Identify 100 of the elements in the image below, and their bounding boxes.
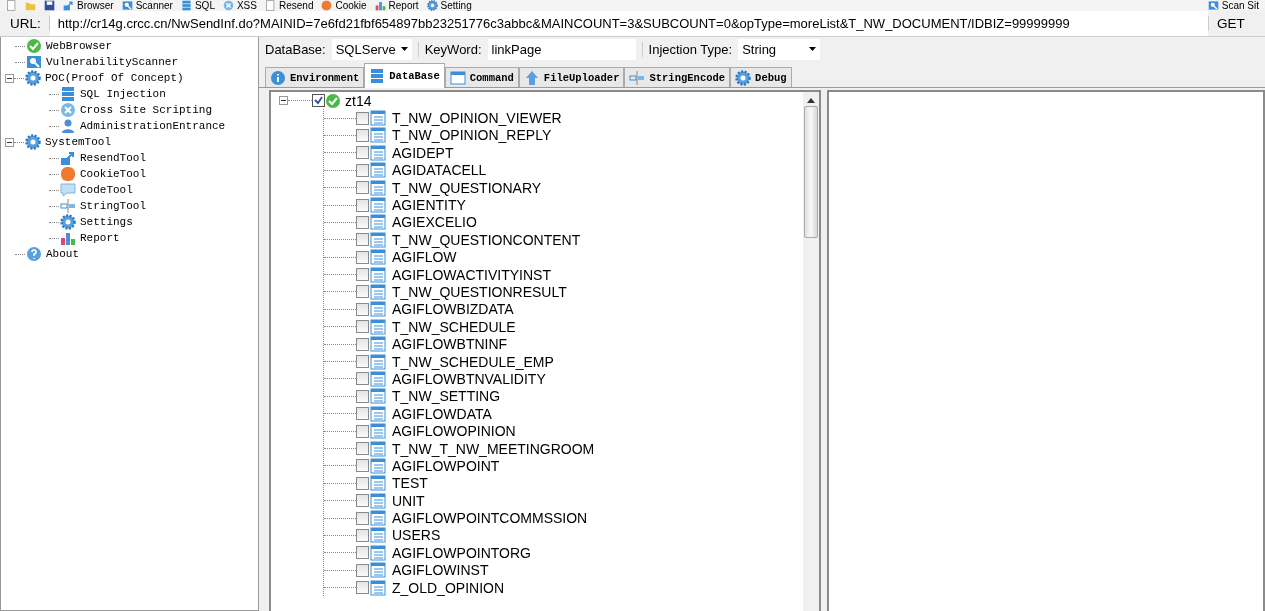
checkbox[interactable] — [356, 355, 369, 369]
table-node[interactable]: AGIFLOWOPINION — [392, 423, 516, 440]
scroll-thumb[interactable] — [804, 106, 818, 238]
table-node[interactable]: AGIEXCELIO — [392, 214, 477, 231]
checkbox[interactable] — [356, 320, 369, 334]
checkbox[interactable] — [356, 581, 369, 595]
table-node[interactable]: T_NW_QUESTIONARY — [392, 179, 542, 196]
scrollbar[interactable] — [803, 92, 819, 611]
checkbox[interactable] — [356, 494, 369, 508]
tab[interactable]: StringEncode — [624, 67, 731, 87]
table-node[interactable]: AGIFLOWPOINTORG — [392, 544, 531, 561]
database-dropdown[interactable]: SQLServe — [331, 38, 412, 60]
table-icon — [370, 492, 386, 509]
table-node[interactable]: TEST — [392, 475, 428, 492]
checkbox[interactable] — [312, 94, 325, 108]
checkbox[interactable] — [356, 476, 369, 490]
nav-item[interactable]: CookieTool — [80, 168, 146, 180]
table-node[interactable]: AGIDEPT — [392, 144, 454, 161]
collapse-toggle[interactable] — [5, 137, 14, 147]
toolbar-button[interactable]: XSS — [222, 0, 257, 11]
url-field[interactable]: http://cr14g.crcc.cn/NwSendInf.do?MAINID=7e6fd21fbf654897bb23251776c3abbc&MAINCOUNT=3&SUBCOUNT=0&opType=moreList&T_NW_DOCUMENT/IDBIZ=99999999 — [49, 11, 1208, 36]
nav-item[interactable]: Report — [80, 232, 120, 244]
table-node[interactable]: AGIFLOWBTNINF — [392, 336, 508, 353]
table-node[interactable]: AGIDATACELL — [392, 162, 487, 179]
table-node[interactable]: AGIFLOWBTNVALIDITY — [392, 370, 546, 387]
table-node[interactable]: T_NW_SCHEDULE — [392, 318, 516, 335]
toolbar-button[interactable]: SQL — [180, 0, 215, 11]
table-node[interactable]: USERS — [392, 527, 441, 544]
injection-type-dropdown[interactable]: String — [738, 38, 821, 60]
toolbar-button[interactable]: Setting — [426, 0, 472, 11]
checkbox[interactable] — [356, 302, 369, 316]
checkbox[interactable] — [356, 268, 369, 282]
checkbox[interactable] — [356, 215, 369, 229]
nav-item[interactable]: WebBrowser — [46, 40, 112, 52]
nav-item[interactable]: SQL Injection — [80, 88, 166, 100]
method-selector[interactable]: GET — [1208, 16, 1265, 31]
checkbox[interactable] — [356, 511, 369, 525]
tab[interactable]: Environment — [265, 67, 365, 87]
nav-item[interactable]: SystemTool — [45, 136, 111, 148]
checkbox[interactable] — [356, 407, 369, 421]
toolbar-button[interactable]: Report — [374, 0, 419, 11]
tab[interactable]: Command — [444, 67, 519, 87]
nav-item[interactable]: AdministrationEntrance — [80, 120, 226, 132]
checkbox[interactable] — [356, 198, 369, 212]
toolbar-button[interactable]: Cookie — [321, 0, 367, 11]
checkbox[interactable] — [356, 163, 369, 177]
checkbox[interactable] — [356, 285, 369, 299]
table-node[interactable]: T_NW_SCHEDULE_EMP — [392, 353, 554, 370]
checkbox[interactable] — [356, 372, 369, 386]
table-node[interactable]: T_NW_QUESTIONCONTENT — [392, 231, 581, 248]
table-node[interactable]: Z_OLD_OPINION — [392, 579, 505, 596]
nav-item[interactable]: About — [46, 248, 79, 260]
table-node[interactable]: AGIENTITY — [392, 197, 466, 214]
checkbox[interactable] — [356, 459, 369, 473]
checkbox[interactable] — [356, 128, 369, 142]
table-node[interactable]: T_NW_T_NW_MEETINGROOM — [392, 440, 595, 457]
nav-item[interactable]: VulnerabilityScanner — [46, 56, 179, 68]
page-icon[interactable] — [6, 0, 17, 11]
nav-item[interactable]: POC(Proof Of Concept) — [45, 72, 184, 84]
table-node[interactable]: AGIFLOWPOINT — [392, 457, 500, 474]
toolbar-button[interactable]: Resend — [264, 0, 314, 11]
table-node[interactable]: T_NW_QUESTIONRESULT — [392, 284, 567, 300]
checkbox[interactable] — [356, 233, 369, 247]
nav-item[interactable]: ResendTool — [80, 152, 146, 164]
checkbox[interactable] — [356, 337, 369, 351]
checkbox[interactable] — [356, 442, 369, 455]
nav-item[interactable]: Cross Site Scripting — [80, 104, 213, 116]
table-node[interactable]: AGIFLOW — [392, 249, 457, 266]
checkbox[interactable] — [356, 181, 369, 195]
collapse-toggle[interactable] — [5, 73, 14, 83]
tab[interactable]: Debug — [730, 67, 792, 87]
database-node[interactable]: zt14 — [345, 92, 372, 109]
collapse-toggle[interactable] — [279, 96, 288, 106]
checkbox[interactable] — [356, 563, 369, 577]
table-node[interactable]: AGIFLOWACTIVITYINST — [392, 266, 551, 283]
nav-item[interactable]: Settings — [80, 216, 133, 228]
scroll-up-arrow-icon[interactable] — [807, 98, 815, 103]
table-node[interactable]: AGIFLOWINST — [392, 562, 489, 579]
checkbox[interactable] — [356, 546, 369, 560]
table-node[interactable]: AGIFLOWBIZDATA — [392, 301, 514, 318]
checkbox[interactable] — [356, 250, 369, 264]
table-node[interactable]: AGIFLOWDATA — [392, 405, 492, 422]
checkbox[interactable] — [356, 111, 369, 125]
toolbar-button[interactable]: Scanner — [121, 0, 173, 11]
nav-item[interactable]: CodeTool — [80, 184, 133, 196]
table-node[interactable]: T_NW_OPINION_REPLY — [392, 127, 552, 144]
nav-item[interactable]: StringTool — [80, 200, 146, 212]
keyword-field[interactable]: linkPage — [487, 38, 636, 60]
tab[interactable]: FileUploader — [518, 67, 625, 87]
checkbox[interactable] — [356, 389, 369, 403]
tab[interactable]: DataBase — [364, 63, 445, 88]
toolbar-button[interactable]: Browser — [63, 0, 114, 11]
table-node[interactable]: AGIFLOWPOINTCOMMSSION — [392, 510, 588, 527]
checkbox[interactable] — [356, 424, 369, 438]
table-node[interactable]: T_NW_OPINION_VIEWER — [392, 110, 562, 127]
checkbox[interactable] — [356, 528, 369, 542]
checkbox[interactable] — [356, 146, 369, 160]
table-node[interactable]: T_NW_SETTING — [392, 388, 501, 405]
toolbar-button[interactable]: Scan Sit — [1207, 0, 1259, 11]
table-node[interactable]: UNIT — [392, 492, 425, 509]
